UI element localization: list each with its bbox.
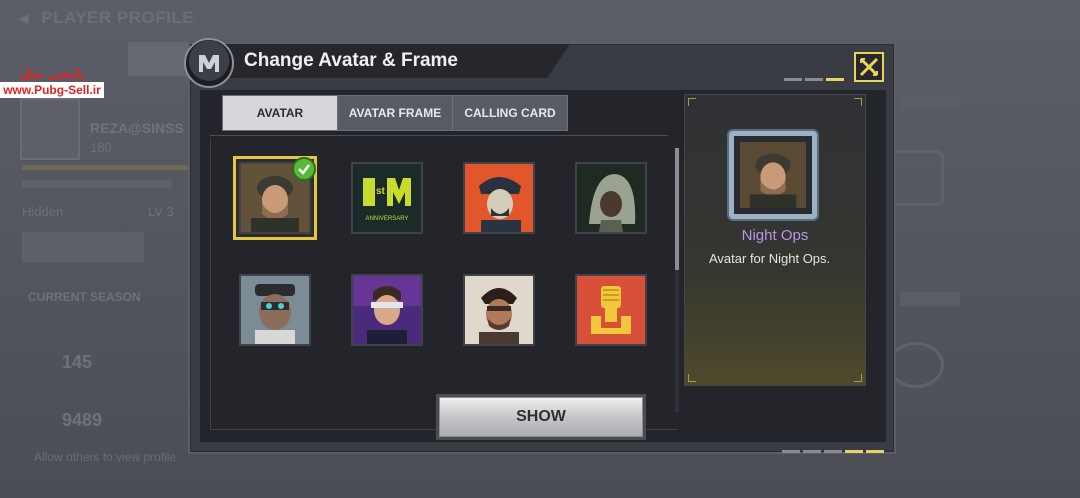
avatar-item-selected[interactable] bbox=[233, 156, 317, 240]
footer-decoration-dots bbox=[782, 450, 884, 453]
tab-calling-card[interactable]: CALLING CARD bbox=[452, 95, 568, 131]
profile-buttons bbox=[22, 232, 144, 262]
avatar-item[interactable] bbox=[573, 160, 649, 236]
avatar-item[interactable] bbox=[349, 272, 425, 348]
change-avatar-dialog: Change Avatar & Frame AVATAR AVATAR FRAM… bbox=[184, 38, 896, 454]
profile-info-line bbox=[22, 180, 172, 188]
dialog-content: AVATAR AVATAR FRAME CALLING CARD st ANNI… bbox=[200, 90, 886, 442]
profile-player-level: 180 bbox=[90, 140, 112, 155]
avatar-preview-frame bbox=[729, 131, 817, 219]
cyber-visor-avatar-icon bbox=[351, 274, 423, 346]
close-button[interactable] bbox=[854, 52, 884, 82]
watermark-line-1: پابجی سل bbox=[19, 66, 85, 81]
svg-text:st: st bbox=[376, 186, 386, 197]
profile-status: Hidden bbox=[22, 204, 64, 219]
profile-lv: LV 3 bbox=[148, 204, 174, 219]
tab-avatar[interactable]: AVATAR bbox=[222, 95, 338, 131]
game-emblem-icon bbox=[184, 38, 234, 88]
tab-avatar-frame[interactable]: AVATAR FRAME bbox=[337, 95, 453, 131]
header-decoration-dots bbox=[784, 78, 844, 81]
profile-stat-2: 9489 bbox=[62, 410, 103, 430]
grid-scrollbar-thumb[interactable] bbox=[675, 148, 679, 270]
show-button[interactable]: SHOW bbox=[436, 394, 646, 440]
tabs-divider bbox=[210, 135, 668, 136]
close-icon bbox=[859, 57, 879, 77]
profile-stat-1: 145 bbox=[62, 352, 93, 372]
1st-anniversary-avatar-icon: st ANNIVERSARY bbox=[351, 162, 423, 234]
profile-hint: Allow others to view profile bbox=[34, 450, 177, 464]
masked-warrior-avatar-icon bbox=[463, 274, 535, 346]
avatar-item[interactable] bbox=[461, 160, 537, 236]
avatar-description: Avatar for Night Ops. bbox=[709, 251, 831, 266]
watermark: پابجی سل www.Pubg-Sell.ir bbox=[0, 66, 104, 98]
avatar-item[interactable] bbox=[461, 272, 537, 348]
dialog-title: Change Avatar & Frame bbox=[244, 50, 458, 71]
avatar-preview-icon bbox=[740, 142, 806, 208]
ghillie-hood-avatar-icon bbox=[575, 162, 647, 234]
fist-emblem-avatar-icon bbox=[575, 274, 647, 346]
profile-right-info-2 bbox=[900, 292, 960, 306]
avatar-item[interactable]: st ANNIVERSARY bbox=[349, 160, 425, 236]
avatar-detail-panel: Night Ops Avatar for Night Ops. bbox=[684, 94, 866, 386]
profile-avatar bbox=[20, 98, 80, 160]
goggled-soldier-avatar-icon bbox=[239, 274, 311, 346]
profile-badge-icon bbox=[888, 150, 944, 206]
avatar-item[interactable] bbox=[573, 272, 649, 348]
selected-check-icon bbox=[292, 157, 316, 181]
profile-right-info-1 bbox=[900, 96, 960, 110]
profile-rank-icon bbox=[888, 342, 944, 388]
profile-xp-bar bbox=[22, 165, 192, 170]
ushanka-soldier-avatar-icon bbox=[463, 162, 535, 234]
avatar-item[interactable] bbox=[237, 272, 313, 348]
avatar-name: Night Ops bbox=[741, 227, 809, 244]
profile-season-label: CURRENT SEASON bbox=[28, 290, 141, 304]
anniversary-text: ANNIVERSARY bbox=[366, 216, 409, 222]
profile-title: PLAYER PROFILE bbox=[18, 8, 194, 28]
avatar-grid: st ANNIVERSARY bbox=[210, 138, 679, 430]
profile-player-name: REZA@SINSS bbox=[90, 120, 184, 136]
watermark-line-2: www.Pubg-Sell.ir bbox=[0, 82, 104, 98]
tab-bar: AVATAR AVATAR FRAME CALLING CARD bbox=[222, 95, 568, 131]
